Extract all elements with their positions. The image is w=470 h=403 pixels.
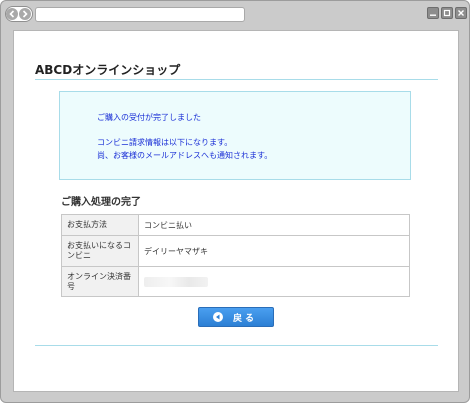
- footer-divider: [35, 345, 438, 346]
- page-content: ABCDオンラインショップ ご購入の受付が完了しました コンビニ請求情報は以下に…: [13, 30, 459, 392]
- notice-email-note: 尚、お客様のメールアドレスへも通知されます。: [97, 151, 273, 160]
- address-bar[interactable]: [35, 7, 245, 22]
- close-icon[interactable]: [455, 7, 467, 19]
- browser-titlebar: [1, 1, 469, 27]
- back-button-label: 戻る: [233, 314, 258, 324]
- shop-title: ABCDオンラインショップ: [35, 63, 181, 77]
- row-label: お支払いになるコンビニ: [61, 235, 139, 267]
- table-row: お支払方法 コンビニ払い: [61, 214, 410, 236]
- row-label: オンライン決済番号: [61, 266, 139, 297]
- masked-payment-number: [144, 276, 208, 287]
- minimize-icon[interactable]: [427, 7, 439, 19]
- completion-notice: ご購入の受付が完了しました コンビニ請求情報は以下になります。 尚、お客様のメー…: [59, 91, 411, 180]
- forward-arrow-icon[interactable]: [19, 8, 31, 20]
- table-row: オンライン決済番号: [61, 266, 410, 297]
- nav-buttons: [5, 6, 33, 22]
- section-title: ご購入処理の完了: [61, 197, 141, 208]
- row-value: デイリーヤマザキ: [138, 235, 410, 267]
- browser-window: ABCDオンラインショップ ご購入の受付が完了しました コンビニ請求情報は以下に…: [0, 0, 470, 403]
- row-value: コンビニ払い: [138, 214, 410, 236]
- left-arrow-circle-icon: [213, 312, 223, 322]
- table-row: お支払いになるコンビニ デイリーヤマザキ: [61, 235, 410, 267]
- row-value: [138, 266, 410, 297]
- maximize-icon[interactable]: [441, 7, 453, 19]
- row-label: お支払方法: [61, 214, 139, 236]
- notice-message: ご購入の受付が完了しました: [97, 113, 201, 122]
- title-divider: [35, 79, 438, 80]
- back-arrow-icon[interactable]: [6, 8, 18, 20]
- purchase-info-table: お支払方法 コンビニ払い お支払いになるコンビニ デイリーヤマザキ オンライン決…: [61, 214, 410, 297]
- back-button[interactable]: 戻る: [198, 307, 274, 327]
- notice-info: コンビニ請求情報は以下になります。: [97, 138, 233, 147]
